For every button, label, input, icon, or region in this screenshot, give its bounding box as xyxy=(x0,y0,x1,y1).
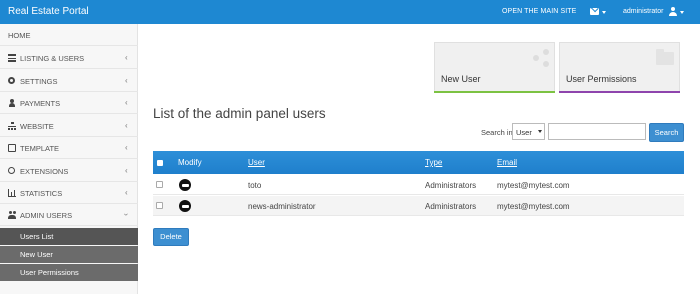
column-header-type[interactable]: Type xyxy=(425,158,442,167)
tile-label: New User xyxy=(441,74,481,84)
sidebar-item-settings[interactable]: SETTINGS ‹ xyxy=(0,70,138,92)
folder-icon xyxy=(656,49,674,65)
sidebar-item-extensions[interactable]: EXTENSIONS ‹ xyxy=(0,160,138,182)
sidebar-item-label: HOME xyxy=(8,31,31,40)
brand-title[interactable]: Real Estate Portal xyxy=(8,6,89,17)
sidebar-subitem-user-permissions[interactable]: User Permissions xyxy=(0,264,138,281)
table-row: news-administrator Administrators mytest… xyxy=(153,196,684,216)
sidebar-subitem-label: User Permissions xyxy=(20,268,79,277)
sidebar-item-label: LISTING & USERS xyxy=(20,54,85,63)
sidebar-item-label: SETTINGS xyxy=(20,77,58,86)
search-in-label: Search in xyxy=(481,128,513,137)
sidebar-item-label: WEBSITE xyxy=(20,122,54,131)
tile-accent-bar xyxy=(559,91,680,93)
envelope-icon[interactable] xyxy=(590,8,599,15)
table-header: Modify User Type Email xyxy=(153,151,684,174)
delete-button[interactable]: Delete xyxy=(153,228,189,246)
sidebar-item-payments[interactable]: PAYMENTS ‹ xyxy=(0,92,138,114)
row-checkbox[interactable] xyxy=(156,202,163,209)
cell-user: news-administrator xyxy=(248,202,316,211)
tile-new-user[interactable]: New User xyxy=(434,42,555,93)
sidebar-subitem-label: New User xyxy=(20,250,53,259)
chevron-left-icon: ‹ xyxy=(125,188,128,197)
chevron-left-icon: ‹ xyxy=(125,53,128,62)
sidebar-subitem-new-user[interactable]: New User xyxy=(0,246,138,263)
list-icon xyxy=(8,54,16,62)
sidebar-item-template[interactable]: TEMPLATE ‹ xyxy=(0,137,138,159)
chevron-left-icon: ‹ xyxy=(125,98,128,107)
users-icon xyxy=(8,211,16,219)
top-navbar: Real Estate Portal OPEN THE MAIN SITE ad… xyxy=(0,0,700,24)
cell-email: mytest@mytest.com xyxy=(497,181,570,190)
search-button[interactable]: Search xyxy=(649,123,684,142)
user-icon[interactable] xyxy=(669,7,677,16)
sidebar-item-statistics[interactable]: STATISTICS ‹ xyxy=(0,182,138,204)
chevron-down-icon: ‹ xyxy=(120,213,130,216)
column-header-email[interactable]: Email xyxy=(497,158,517,167)
cell-type: Administrators xyxy=(425,202,477,211)
sidebar-subitem-users-list[interactable]: Users List xyxy=(0,228,138,245)
search-input[interactable] xyxy=(548,123,646,140)
open-main-site-link[interactable]: OPEN THE MAIN SITE xyxy=(502,8,576,15)
sidebar-item-admin-users[interactable]: ADMIN USERS ‹ xyxy=(0,204,138,226)
chart-icon xyxy=(8,189,16,197)
sidebar-item-listing-users[interactable]: LISTING & USERS ‹ xyxy=(0,47,138,69)
template-icon xyxy=(8,144,16,152)
sidebar-item-label: STATISTICS xyxy=(20,189,63,198)
sidebar-item-home[interactable]: HOME xyxy=(0,24,138,46)
search-field-value: User xyxy=(516,128,532,137)
sidebar-item-label: TEMPLATE xyxy=(20,144,60,153)
tile-user-permissions[interactable]: User Permissions xyxy=(559,42,680,93)
messages-dropdown-caret-icon[interactable] xyxy=(602,11,606,14)
column-header-user[interactable]: User xyxy=(248,158,265,167)
cell-email: mytest@mytest.com xyxy=(497,202,570,211)
user-icon xyxy=(8,99,16,107)
tile-accent-bar xyxy=(434,91,555,93)
cell-type: Administrators xyxy=(425,181,477,190)
user-menu-label[interactable]: administrator xyxy=(623,8,663,15)
cell-user: toto xyxy=(248,181,262,190)
chevron-left-icon: ‹ xyxy=(125,76,128,85)
sidebar-item-label: EXTENSIONS xyxy=(20,167,69,176)
select-all-checkbox[interactable] xyxy=(157,160,163,166)
puzzle-icon xyxy=(8,167,15,174)
chevron-left-icon: ‹ xyxy=(125,166,128,175)
edit-icon[interactable] xyxy=(179,179,191,191)
chevron-left-icon: ‹ xyxy=(125,143,128,152)
sidebar-item-label: PAYMENTS xyxy=(20,99,61,108)
chevron-down-icon xyxy=(538,130,542,133)
column-header-modify: Modify xyxy=(178,158,202,167)
sidebar-item-label: ADMIN USERS xyxy=(20,211,73,220)
sidebar: HOME LISTING & USERS ‹ SETTINGS ‹ PAYMEN… xyxy=(0,24,138,294)
sidebar-item-website[interactable]: WEBSITE ‹ xyxy=(0,115,138,137)
row-checkbox[interactable] xyxy=(156,181,163,188)
user-dropdown-caret-icon[interactable] xyxy=(680,11,684,14)
page-title: List of the admin panel users xyxy=(153,106,326,121)
sitemap-icon xyxy=(8,122,16,130)
sidebar-subitem-label: Users List xyxy=(20,232,54,241)
chevron-left-icon: ‹ xyxy=(125,121,128,130)
edit-icon[interactable] xyxy=(179,200,191,212)
gears-icon xyxy=(8,77,15,84)
tile-label: User Permissions xyxy=(566,74,637,84)
search-field-select[interactable]: User xyxy=(512,123,545,140)
table-row: toto Administrators mytest@mytest.com xyxy=(153,175,684,195)
